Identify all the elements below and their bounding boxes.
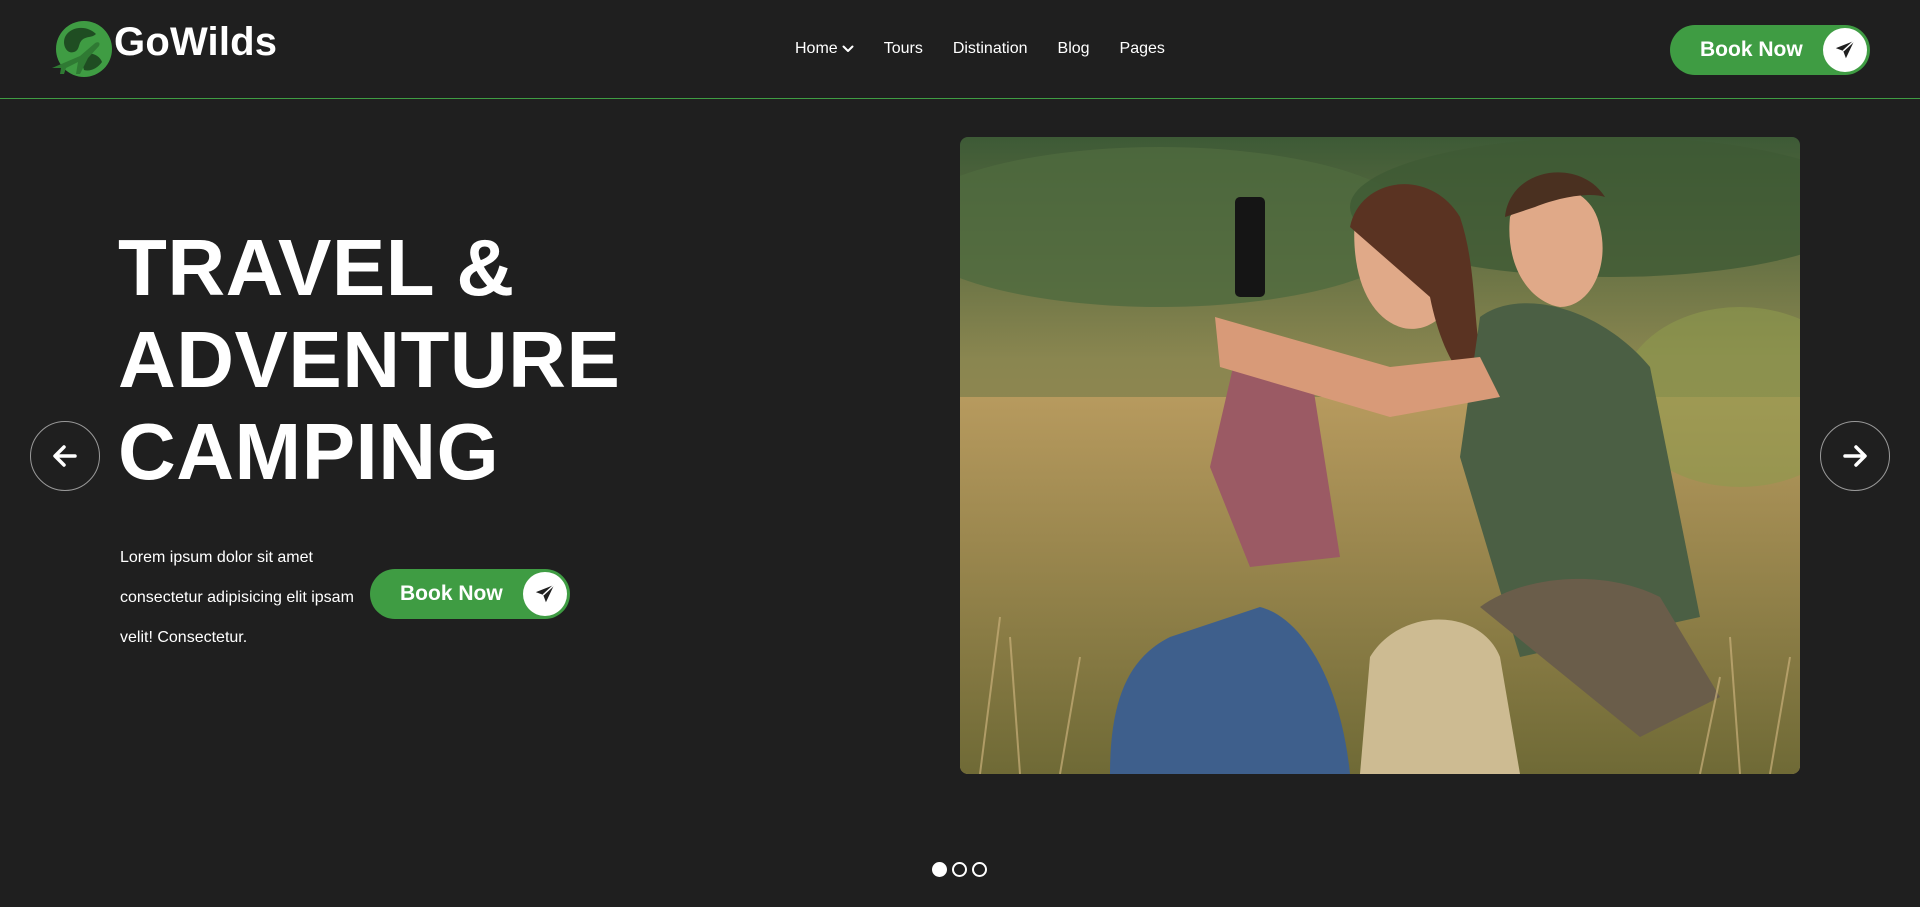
book-now-label: Book Now bbox=[1700, 38, 1803, 61]
site-header: GoWilds Home Tours Distination Blog Page… bbox=[0, 0, 1920, 99]
hero-title: TRAVEL & ADVENTURE CAMPING bbox=[118, 222, 620, 498]
nav-item-label: Home bbox=[795, 40, 838, 57]
nav-item-blog[interactable]: Blog bbox=[1058, 40, 1090, 58]
nav-item-label: Blog bbox=[1057, 40, 1090, 57]
page: GoWilds Home Tours Distination Blog Page… bbox=[0, 0, 1920, 907]
slider-pagination bbox=[932, 862, 992, 877]
paper-plane-icon bbox=[1823, 28, 1867, 72]
hero-title-line: ADVENTURE bbox=[118, 315, 621, 404]
logo[interactable]: GoWilds bbox=[50, 18, 277, 80]
slider-prev-button[interactable] bbox=[30, 421, 100, 491]
hero-book-now-button[interactable]: Book Now bbox=[370, 569, 570, 619]
arrow-left-icon bbox=[53, 445, 77, 467]
nav-item-label: Distination bbox=[952, 40, 1028, 57]
book-now-label: Book Now bbox=[400, 582, 503, 605]
nav-item-label: Tours bbox=[883, 40, 923, 57]
slider-dot-1[interactable] bbox=[932, 862, 947, 877]
nav-item-destination[interactable]: Distination bbox=[953, 40, 1028, 58]
globe-plane-logo-icon bbox=[52, 21, 112, 77]
hero-image bbox=[960, 137, 1800, 774]
couple-selfie-photo bbox=[960, 137, 1800, 774]
hero-title-line: TRAVEL & bbox=[118, 223, 515, 312]
slider-next-button[interactable] bbox=[1820, 421, 1890, 491]
slider-dot-3[interactable] bbox=[972, 862, 987, 877]
nav-item-tours[interactable]: Tours bbox=[884, 40, 923, 58]
paper-plane-icon bbox=[523, 572, 567, 616]
hero-title-line: CAMPING bbox=[118, 407, 500, 496]
nav-item-home[interactable]: Home bbox=[795, 40, 854, 58]
chevron-down-icon bbox=[842, 45, 854, 52]
header-book-now-button[interactable]: Book Now bbox=[1670, 25, 1870, 75]
brand-name: GoWilds bbox=[114, 20, 278, 64]
arrow-right-icon bbox=[1843, 445, 1867, 467]
hero-description: Lorem ipsum dolor sit amet consectetur a… bbox=[120, 549, 354, 646]
main-nav: Home Tours Distination Blog Pages bbox=[795, 40, 1165, 58]
slider-dot-2[interactable] bbox=[952, 862, 967, 877]
nav-item-label: Pages bbox=[1119, 40, 1165, 57]
nav-item-pages[interactable]: Pages bbox=[1120, 40, 1165, 58]
